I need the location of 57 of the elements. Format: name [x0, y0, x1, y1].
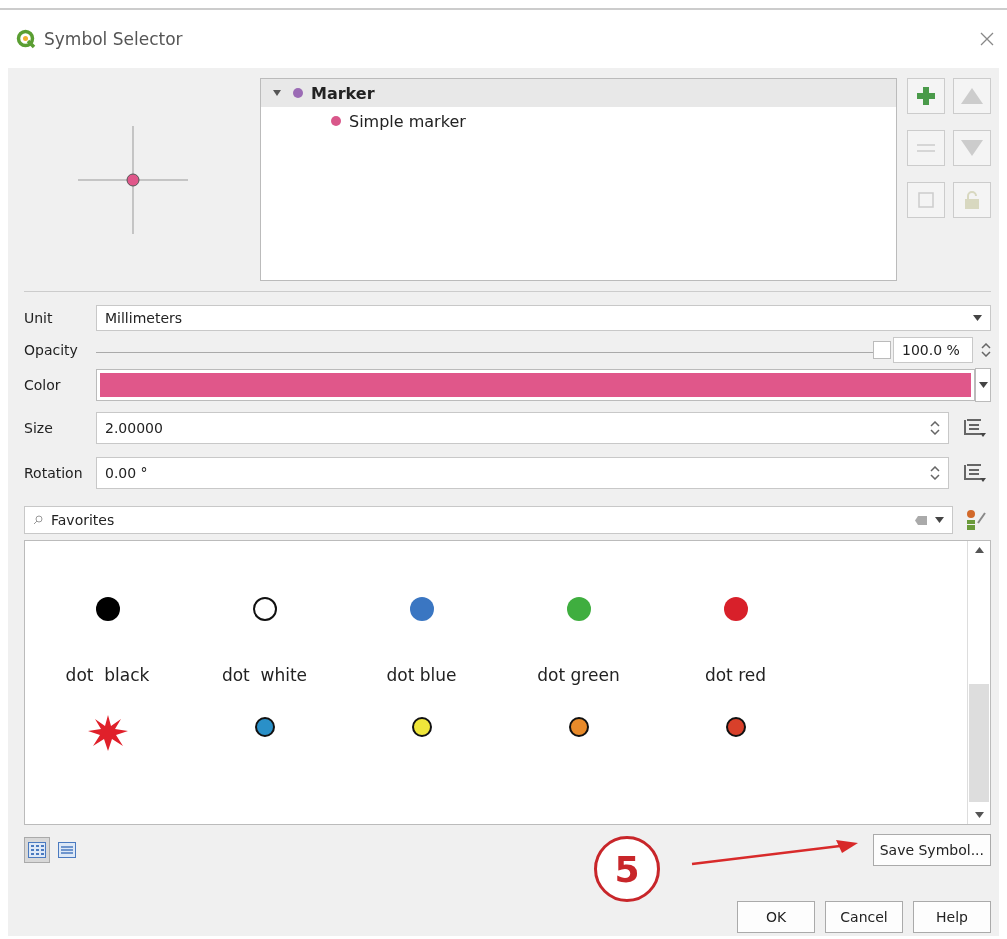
triangle-up-icon	[961, 88, 983, 104]
dropdown-arrow-icon	[973, 315, 982, 322]
list-icon	[58, 841, 76, 858]
symbol-name: dot white	[221, 665, 308, 686]
dot-symbol-icon[interactable]	[411, 717, 432, 738]
spin-arrows-icon	[930, 421, 940, 436]
symbol-name: dot green	[537, 665, 620, 686]
dialog-button[interactable]: Help	[913, 900, 991, 933]
symbol-name: dot red	[704, 665, 767, 686]
dialog-button[interactable]: Cancel	[825, 900, 903, 933]
window-title: Symbol Selector	[44, 29, 184, 49]
field-label: Color	[24, 377, 62, 394]
field-label: Rotation	[24, 465, 84, 482]
scroll-up-icon[interactable]	[974, 547, 984, 554]
tree-item[interactable]: Marker	[261, 79, 896, 107]
field-label: Unit	[24, 310, 54, 327]
number-spinbox[interactable]: 2.00000	[96, 412, 949, 445]
spin-arrows-icon	[930, 466, 940, 481]
field-label: Opacity	[24, 342, 79, 359]
search-icon	[33, 515, 43, 526]
search-field[interactable]: Favorites	[24, 506, 953, 535]
dot-symbol-icon[interactable]	[95, 597, 120, 622]
style-manager-icon[interactable]	[965, 509, 987, 532]
dot-symbol-icon[interactable]	[254, 717, 275, 738]
number-spinbox[interactable]: 0.00 °	[96, 457, 949, 490]
spin-arrows-icon[interactable]	[981, 343, 991, 358]
lines-icon	[917, 144, 935, 152]
caret-icon[interactable]	[273, 90, 281, 96]
dot-symbol-icon[interactable]	[409, 597, 434, 622]
dropdown-arrow-icon	[978, 382, 988, 389]
save-symbol-button[interactable]: Save Symbol...	[872, 833, 991, 866]
color-menu-button[interactable]	[975, 368, 991, 403]
triangle-down-icon	[961, 140, 983, 156]
dot-symbol-icon[interactable]	[725, 717, 746, 738]
circle-symbol-icon[interactable]	[252, 597, 277, 622]
symbol-name: dot black	[65, 665, 150, 686]
symbol-name: dot blue	[386, 665, 457, 686]
field-label: Size	[24, 420, 54, 437]
unit-dropdown[interactable]: Millimeters	[96, 305, 991, 332]
dot-symbol-icon[interactable]	[566, 597, 591, 622]
dot-symbol-icon[interactable]	[568, 717, 589, 738]
icon-view-button[interactable]	[24, 836, 50, 863]
scrollbar[interactable]	[967, 541, 990, 824]
plus-icon	[916, 86, 936, 106]
add-layer-button[interactable]	[907, 78, 945, 114]
dot-symbol-icon[interactable]	[723, 597, 748, 622]
slider-thumb[interactable]	[873, 341, 891, 360]
square-icon	[918, 192, 934, 208]
padlock-icon	[964, 191, 980, 209]
scroll-down-icon[interactable]	[974, 811, 984, 818]
dialog-button[interactable]: OK	[737, 900, 815, 933]
app-logo-icon	[16, 29, 36, 49]
scrollbar-thumb[interactable]	[969, 683, 989, 802]
grid-icon	[28, 841, 46, 858]
close-icon[interactable]	[979, 31, 995, 47]
dropdown-arrow-icon[interactable]	[935, 517, 944, 524]
opacity-spinbox[interactable]: 100.0 %	[893, 337, 973, 364]
